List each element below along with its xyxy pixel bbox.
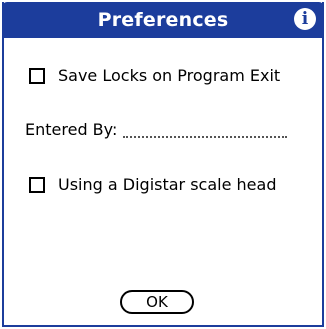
save-locks-checkbox[interactable]: [29, 67, 45, 84]
dialog-title-bar: Preferences i: [2, 2, 324, 38]
entered-by-row: Entered By:: [25, 120, 288, 139]
digistar-option[interactable]: Using a Digistar scale head: [29, 175, 276, 194]
digistar-label: Using a Digistar scale head: [58, 175, 277, 194]
save-locks-label: Save Locks on Program Exit: [58, 66, 281, 85]
digistar-checkbox[interactable]: [29, 176, 45, 193]
ok-button[interactable]: OK: [120, 290, 194, 314]
save-locks-option[interactable]: Save Locks on Program Exit: [29, 66, 280, 85]
preferences-dialog: Preferences i Save Locks on Program Exit…: [2, 2, 324, 327]
entered-by-label: Entered By:: [25, 120, 118, 139]
dialog-title: Preferences: [97, 9, 229, 31]
entered-by-field[interactable]: [123, 126, 288, 138]
info-icon[interactable]: i: [294, 8, 316, 30]
